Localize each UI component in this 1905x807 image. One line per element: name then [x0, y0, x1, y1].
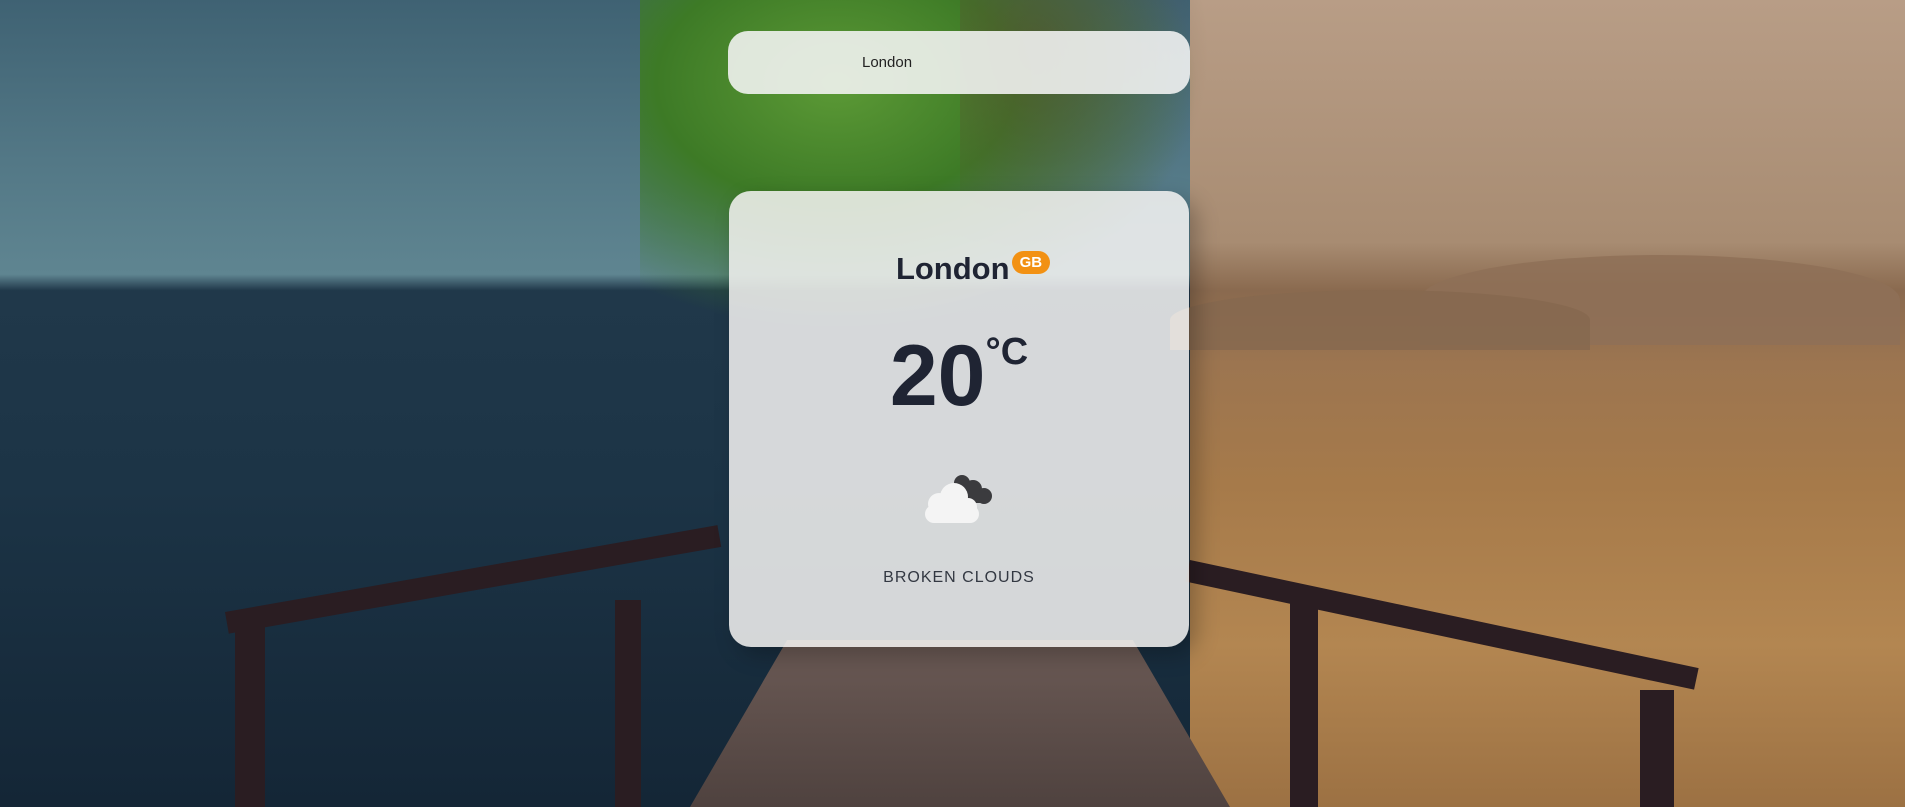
search-bar[interactable] [728, 31, 1190, 94]
search-input[interactable] [728, 31, 1190, 94]
broken-clouds-icon [915, 469, 1005, 529]
temperature-unit: °C [985, 331, 1029, 373]
location-row: London GB [729, 251, 1189, 287]
weather-card: London GB 20°C BROKEN CLOUDS [729, 191, 1189, 647]
temperature-value: 20 [889, 328, 986, 424]
city-name: London [895, 251, 1010, 286]
weather-description: BROKEN CLOUDS [883, 569, 1035, 586]
temperature-row: 20°C [729, 333, 1189, 419]
country-badge: GB [1011, 251, 1051, 274]
